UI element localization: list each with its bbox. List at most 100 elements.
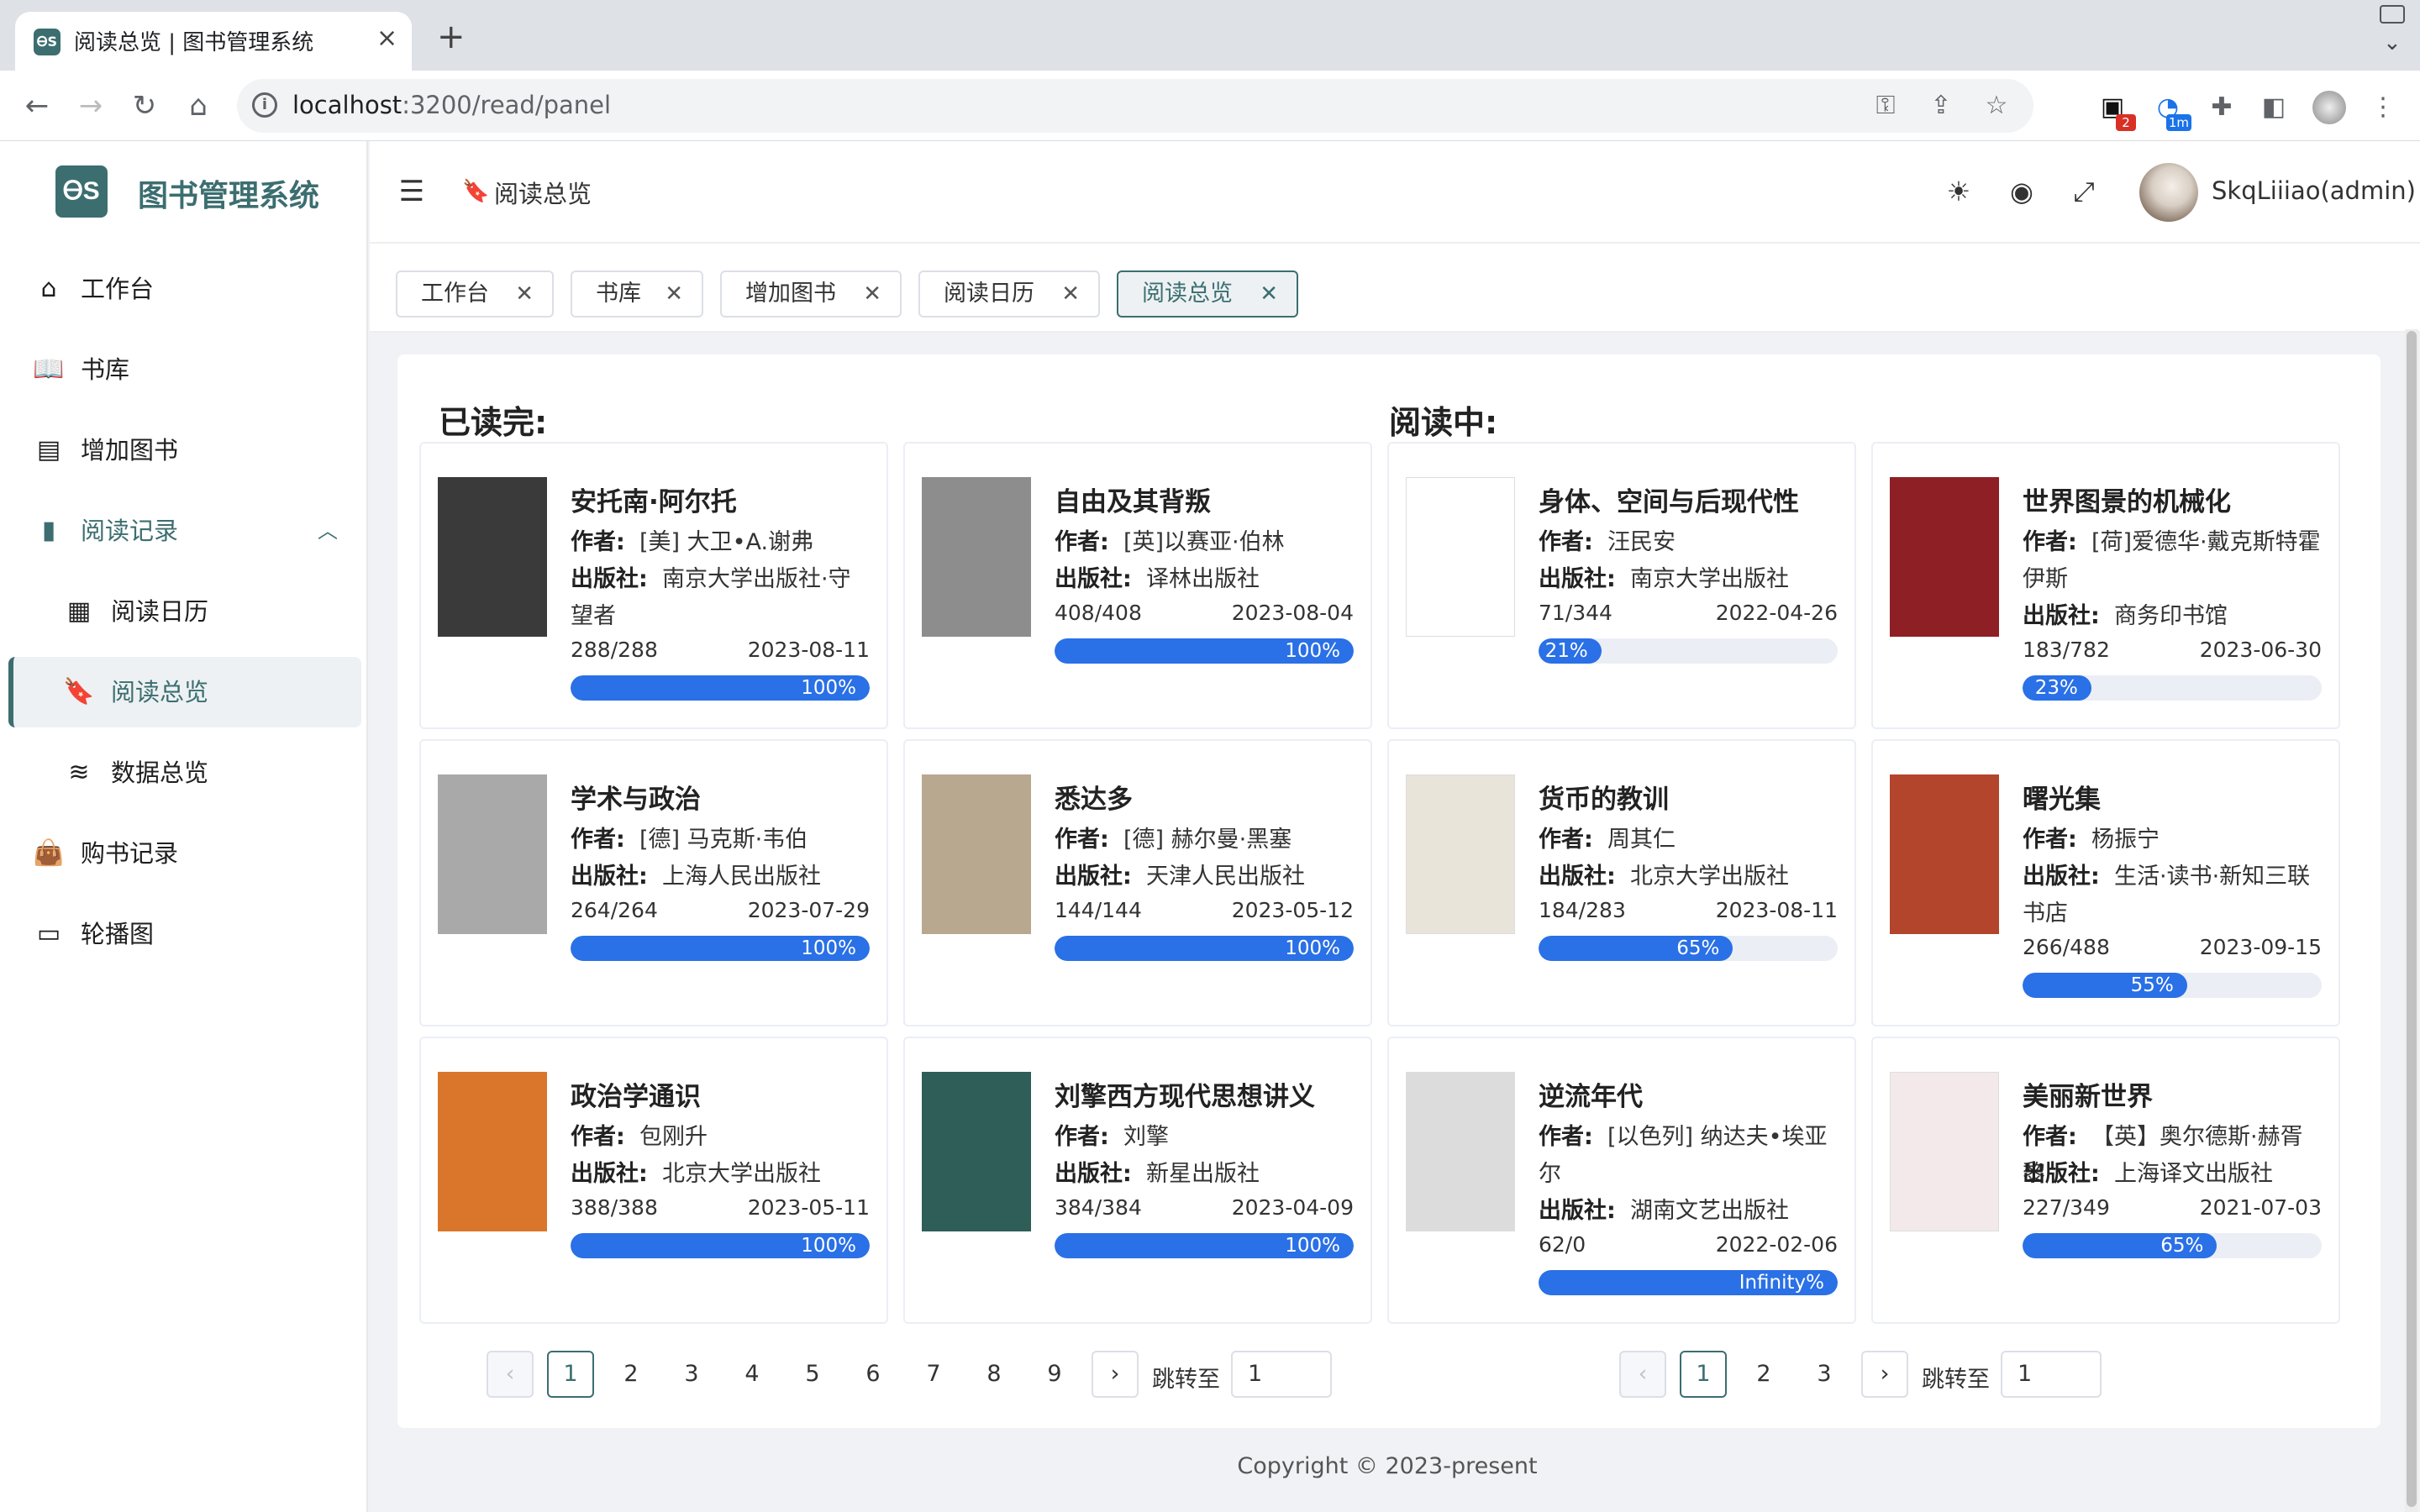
side-panel-icon[interactable]: ◧ (2257, 91, 2291, 124)
book-card[interactable]: 安托南·阿尔托 作者: [美] 大卫•A.谢弗 出版社: 南京大学出版社·守望者 28… (419, 442, 888, 729)
page-number-button[interactable]: 2 (1740, 1351, 1787, 1398)
book-card[interactable]: 刘擎西方现代思想讲义 作者: 刘擎 出版社: 新星出版社 384/384 2023-04… (903, 1037, 1372, 1324)
close-icon[interactable]: ✕ (1061, 272, 1080, 316)
book-title[interactable]: 自由及其背叛 (1055, 480, 1211, 518)
next-page-button[interactable]: › (1861, 1351, 1908, 1398)
tag-add-book[interactable]: 增加图书 ✕ (720, 270, 902, 318)
book-cover-image[interactable] (1406, 1072, 1515, 1231)
theme-toggle-icon[interactable]: ☀ (1942, 175, 1975, 208)
close-icon[interactable]: ✕ (863, 272, 881, 316)
page-number-button[interactable]: 5 (789, 1351, 836, 1398)
home-browser-icon[interactable]: ⌂ (180, 87, 217, 124)
close-tab-icon[interactable]: × (376, 24, 397, 54)
book-title[interactable]: 政治学通识 (571, 1075, 701, 1113)
jump-page-input[interactable]: 1 (2001, 1351, 2102, 1398)
book-title[interactable]: 美丽新世界 (2023, 1075, 2153, 1113)
new-tab-icon[interactable]: + (437, 20, 466, 54)
reload-icon[interactable]: ↻ (126, 87, 163, 124)
close-icon[interactable]: ✕ (665, 272, 683, 316)
share-icon[interactable]: ⇪ (1923, 87, 1960, 124)
book-card[interactable]: 世界图景的机械化 作者: [荷]爱德华·戴克斯特霍伊斯 出版社: 商务印书馆 183/… (1871, 442, 2340, 729)
sidebar-item-data-overview[interactable]: ≋ 数据总览 (8, 738, 361, 808)
sidebar-item-purchase-records[interactable]: 👜 购书记录 (8, 818, 361, 889)
book-title[interactable]: 曙光集 (2023, 778, 2101, 816)
scrollbar-thumb[interactable] (2407, 331, 2417, 1507)
book-card[interactable]: 曙光集 作者: 杨振宁 出版社: 生活·读书·新知三联书店 266/488 2023-0… (1871, 739, 2340, 1026)
tag-reading-overview[interactable]: 阅读总览 ✕ (1117, 270, 1298, 318)
extension-1-icon[interactable]: ▣ 2 (2096, 91, 2136, 131)
page-scrollbar[interactable] (2405, 329, 2418, 1512)
tag-workbench[interactable]: 工作台 ✕ (396, 270, 554, 318)
fullscreen-icon[interactable]: ⤢ (2067, 175, 2101, 208)
sidebar-item-workbench[interactable]: ⌂ 工作台 (8, 254, 361, 324)
address-bar[interactable]: i localhost:3200/read/panel ⚿ ⇪ ☆ (237, 79, 2033, 133)
github-icon[interactable]: ◉ (2005, 175, 2039, 208)
book-cover-image[interactable] (438, 774, 547, 934)
tag-library[interactable]: 书库 ✕ (571, 270, 703, 318)
prev-page-button[interactable]: ‹ (1619, 1351, 1666, 1398)
back-icon[interactable]: ← (18, 87, 55, 124)
tag-reading-calendar[interactable]: 阅读日历 ✕ (918, 270, 1100, 318)
page-number-button[interactable]: 6 (850, 1351, 897, 1398)
book-card[interactable]: 身体、空间与后现代性 作者: 汪民安 出版社: 南京大学出版社 71/344 2022-… (1387, 442, 1856, 729)
book-title[interactable]: 身体、空间与后现代性 (1539, 480, 1799, 518)
url-text[interactable]: localhost:3200/read/panel (292, 91, 611, 119)
bookmark-star-icon[interactable]: ☆ (1978, 87, 2015, 124)
book-title[interactable]: 悉达多 (1055, 778, 1133, 816)
jump-page-input[interactable]: 1 (1231, 1351, 1332, 1398)
book-title[interactable]: 逆流年代 (1539, 1075, 1643, 1113)
tab-search-chevron-icon[interactable]: ⌄ (2383, 30, 2402, 55)
page-number-button[interactable]: 7 (910, 1351, 957, 1398)
prev-page-button[interactable]: ‹ (487, 1351, 534, 1398)
page-number-button[interactable]: 8 (971, 1351, 1018, 1398)
book-card[interactable]: 学术与政治 作者: [德] 马克斯·韦伯 出版社: 上海人民出版社 264/264 20… (419, 739, 888, 1026)
book-cover-image[interactable] (438, 1072, 547, 1231)
book-card[interactable]: 政治学通识 作者: 包刚升 出版社: 北京大学出版社 388/388 2023-05-1… (419, 1037, 888, 1324)
sidebar-item-add-book[interactable]: ▤ 增加图书 (8, 415, 361, 486)
book-cover-image[interactable] (922, 774, 1031, 934)
page-number-button[interactable]: 1 (1680, 1351, 1727, 1398)
page-number-button[interactable]: 1 (547, 1351, 594, 1398)
book-title[interactable]: 安托南·阿尔托 (571, 480, 737, 518)
book-card[interactable]: 逆流年代 作者: [以色列] 纳达夫•埃亚尔 出版社: 湖南文艺出版社 62/0 202… (1387, 1037, 1856, 1324)
page-number-button[interactable]: 4 (729, 1351, 776, 1398)
book-card[interactable]: 美丽新世界 作者: 【英】奥尔德斯·赫胥黎 出版社: 上海译文出版社 227/349 2… (1871, 1037, 2340, 1324)
book-cover-image[interactable] (1890, 477, 1999, 637)
book-cover-image[interactable] (1890, 774, 1999, 934)
close-icon[interactable]: ✕ (515, 272, 534, 316)
book-card[interactable]: 自由及其背叛 作者: [英]以赛亚·伯林 出版社: 译林出版社 408/408 2023… (903, 442, 1372, 729)
book-title[interactable]: 世界图景的机械化 (2023, 480, 2231, 518)
book-cover-image[interactable] (922, 477, 1031, 637)
book-card[interactable]: 悉达多 作者: [德] 赫尔曼·黑塞 出版社: 天津人民出版社 144/144 2023… (903, 739, 1372, 1026)
book-card[interactable]: 货币的教训 作者: 周其仁 出版社: 北京大学出版社 184/283 2023-08-1… (1387, 739, 1856, 1026)
browser-tab[interactable]: ᎾS 阅读总览 | 图书管理系统 × (15, 12, 412, 71)
page-number-button[interactable]: 9 (1031, 1351, 1078, 1398)
book-title[interactable]: 货币的教训 (1539, 778, 1669, 816)
browser-menu-icon[interactable]: ⋮ (2366, 91, 2400, 124)
avatar[interactable] (2139, 163, 2198, 222)
book-cover-image[interactable] (1406, 477, 1515, 637)
book-cover-image[interactable] (1890, 1072, 1999, 1231)
book-title[interactable]: 学术与政治 (571, 778, 701, 816)
page-number-button[interactable]: 3 (668, 1351, 715, 1398)
book-title[interactable]: 刘擎西方现代思想讲义 (1055, 1075, 1315, 1113)
chevron-up-icon[interactable]: ︿ (318, 514, 338, 548)
extensions-puzzle-icon[interactable]: ✚ (2205, 91, 2238, 124)
sidebar-item-reading-records[interactable]: ▮ 阅读记录 ︿ (8, 496, 361, 566)
sidebar-item-reading-overview[interactable]: 🔖 阅读总览 (8, 657, 361, 727)
book-cover-image[interactable] (922, 1072, 1031, 1231)
username[interactable]: SkqLiiiao(admin) (2212, 176, 2416, 205)
book-cover-image[interactable] (1406, 774, 1515, 934)
sidebar-item-reading-calendar[interactable]: ▦ 阅读日历 (8, 576, 361, 647)
password-key-icon[interactable]: ⚿ (1867, 87, 1904, 124)
next-page-button[interactable]: › (1092, 1351, 1139, 1398)
forward-icon[interactable]: → (72, 87, 109, 124)
page-number-button[interactable]: 2 (608, 1351, 655, 1398)
sidebar-item-library[interactable]: 📖 书库 (8, 334, 361, 405)
book-cover-image[interactable] (438, 477, 547, 637)
page-number-button[interactable]: 3 (1801, 1351, 1848, 1398)
collapse-menu-icon[interactable]: ☰ (395, 175, 429, 208)
site-info-icon[interactable]: i (252, 92, 277, 118)
profile-icon[interactable] (2312, 91, 2346, 124)
close-icon[interactable]: ✕ (1260, 272, 1278, 316)
